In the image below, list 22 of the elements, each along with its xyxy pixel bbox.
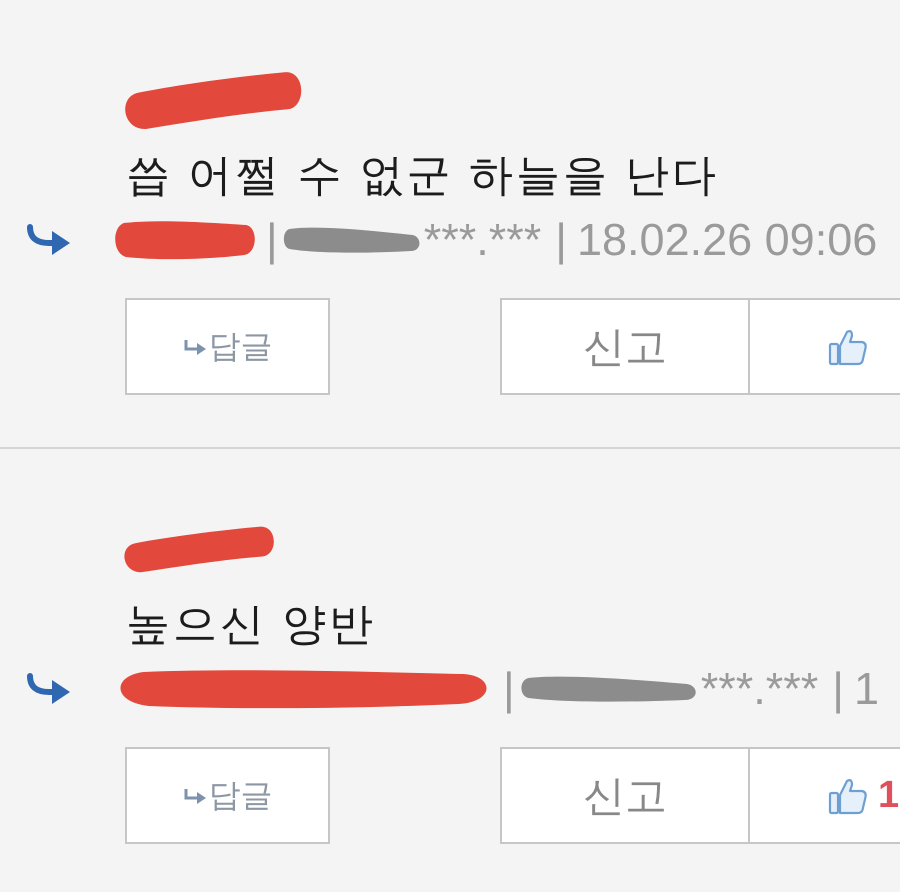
reply-arrow-icon [182,338,206,356]
reply-arrow-icon [182,786,206,804]
comment-text: 높으신 양반 [126,599,376,651]
timestamp: 18.02.26 09:06 [576,214,878,266]
ip-address: ***.*** [700,663,818,715]
report-button[interactable]: 신고 [500,298,750,395]
comment-text: 씁 어쩔 수 없군 하늘을 난다 [126,150,720,202]
divider-text: | [266,214,278,266]
reply-label: 답글 [208,326,272,366]
reply-button[interactable]: 답글 [125,298,330,395]
divider-text: | [503,663,515,715]
reply-button[interactable]: 답글 [125,747,330,844]
reply-arrow-icon [25,224,72,256]
report-button[interactable]: 신고 [500,747,750,844]
divider-text: | [555,214,567,266]
like-button[interactable]: 1 [750,747,900,844]
timestamp: 1 [854,663,880,715]
reply-label: 답글 [208,776,272,814]
reply-arrow-icon [25,673,72,705]
divider-text: | [832,663,844,715]
like-count: 1 [878,774,900,817]
ip-address: ***.*** [424,214,542,266]
